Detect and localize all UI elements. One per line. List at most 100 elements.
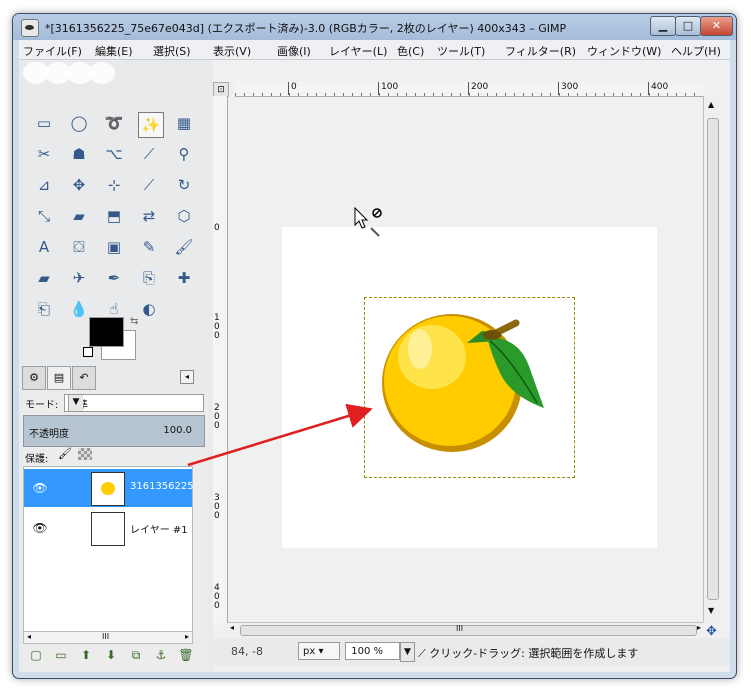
ink-icon[interactable]: ✒ bbox=[103, 267, 125, 289]
delete-layer-icon[interactable]: 🗑 bbox=[177, 646, 195, 664]
raise-layer-icon[interactable]: ⬆ bbox=[77, 646, 95, 664]
vertical-scroll-thumb[interactable] bbox=[707, 118, 719, 600]
navigate-icon[interactable]: ✥ bbox=[706, 624, 717, 639]
default-colors-icon[interactable] bbox=[83, 347, 93, 357]
zoom-select[interactable]: 100 % bbox=[345, 642, 400, 660]
horizontal-ruler[interactable]: 0 100 200 300 400 bbox=[235, 82, 703, 97]
mode-select[interactable]: 標準 ▼ bbox=[64, 394, 204, 412]
opacity-value: 100.0 bbox=[163, 425, 192, 436]
ruler-tick bbox=[532, 93, 533, 96]
scroll-right-icon[interactable]: ▸ bbox=[185, 632, 189, 641]
swap-colors-icon[interactable]: ⇆ bbox=[130, 316, 138, 327]
eye-icon[interactable]: 👁 bbox=[32, 520, 48, 536]
vertical-scrollbar[interactable]: ▲ ▼ bbox=[703, 96, 720, 622]
ellipse-select-icon[interactable]: ◯ bbox=[68, 112, 90, 134]
close-button[interactable]: ✕ bbox=[700, 16, 733, 36]
scroll-down-icon[interactable]: ▼ bbox=[708, 606, 714, 615]
menu-item-6[interactable]: 色(C) bbox=[397, 43, 424, 59]
flip-icon[interactable]: ⇄ bbox=[138, 205, 160, 227]
blend-icon[interactable]: ▣ bbox=[103, 236, 125, 258]
cage-transform-icon[interactable]: ⬡ bbox=[173, 205, 195, 227]
horizontal-scroll-thumb[interactable]: III bbox=[240, 624, 697, 636]
menu-item-1[interactable]: 編集(E) bbox=[95, 43, 133, 59]
lock-alpha-icon[interactable] bbox=[78, 448, 92, 460]
pointer-coords: 84, -8 bbox=[231, 645, 263, 658]
maximize-button[interactable]: □ bbox=[675, 16, 701, 36]
crop-icon[interactable]: ⟋ bbox=[138, 174, 160, 196]
shear-icon[interactable]: ▰ bbox=[68, 205, 90, 227]
tab-undo-history[interactable]: ↶ bbox=[72, 366, 96, 390]
opacity-slider[interactable]: 不透明度 100.0 bbox=[23, 415, 205, 447]
align-icon[interactable]: ⊹ bbox=[103, 174, 125, 196]
perspective-icon[interactable]: ⬒ bbox=[103, 205, 125, 227]
ruler-tick bbox=[361, 93, 362, 96]
menu-item-8[interactable]: フィルター(R) bbox=[505, 43, 576, 59]
color-select-icon[interactable]: ▦ bbox=[173, 112, 195, 134]
menu-item-4[interactable]: 画像(I) bbox=[277, 43, 311, 59]
blur-icon[interactable]: 💧 bbox=[68, 298, 90, 320]
tab-tool-options[interactable]: ⚙ bbox=[22, 366, 46, 390]
scroll-right-icon[interactable]: ▸ bbox=[697, 623, 701, 632]
layer-name[interactable]: 3161356225 bbox=[130, 481, 194, 492]
airbrush-icon[interactable]: ✈ bbox=[68, 267, 90, 289]
menu-item-0[interactable]: ファイル(F) bbox=[23, 43, 82, 59]
scroll-up-icon[interactable]: ▲ bbox=[708, 100, 714, 109]
menu-item-10[interactable]: ヘルプ(H) bbox=[671, 43, 721, 59]
paths-icon[interactable]: ⌥ bbox=[103, 143, 125, 165]
fuzzy-select-icon[interactable]: ✨ bbox=[138, 112, 164, 138]
layer-list-scrollbar[interactable]: ◂ III ▸ bbox=[23, 631, 193, 644]
foreground-color-swatch[interactable] bbox=[89, 317, 124, 347]
dock-tab-menu-icon[interactable]: ◂ bbox=[180, 370, 194, 384]
menu-item-5[interactable]: レイヤー(L) bbox=[329, 43, 387, 59]
pencil-icon[interactable]: ✎ bbox=[138, 236, 160, 258]
free-select-icon[interactable]: ➰ bbox=[103, 112, 125, 134]
rotate-icon[interactable]: ↻ bbox=[173, 174, 195, 196]
new-layer-group-icon[interactable]: ▭ bbox=[52, 646, 70, 664]
eye-icon[interactable]: 👁 bbox=[32, 480, 48, 496]
clone-icon[interactable]: ⎘ bbox=[138, 267, 160, 289]
scroll-left-icon[interactable]: ◂ bbox=[230, 623, 234, 632]
dodge-burn-icon[interactable]: ◐ bbox=[138, 298, 160, 320]
image-view[interactable] bbox=[228, 97, 703, 622]
chevron-down-icon[interactable]: ▼ bbox=[400, 642, 415, 662]
lower-layer-icon[interactable]: ⬇ bbox=[102, 646, 120, 664]
ruler-tick bbox=[298, 93, 299, 96]
duplicate-layer-icon[interactable]: ⧉ bbox=[127, 646, 145, 664]
title-bar[interactable]: *[3161356225_75e67e043d] (エクスポート済み)-3.0 … bbox=[13, 14, 736, 40]
unit-value: px bbox=[303, 646, 316, 657]
vertical-ruler[interactable]: 0 100 200 300 400 bbox=[213, 96, 228, 623]
layer-row[interactable]: 👁 レイヤー #1 bbox=[24, 509, 192, 547]
tab-layers[interactable]: ▤ bbox=[47, 366, 71, 390]
measure-icon[interactable]: ⊿ bbox=[33, 174, 55, 196]
new-layer-icon[interactable]: ▢ bbox=[27, 646, 45, 664]
eraser-icon[interactable]: ▰ bbox=[33, 267, 55, 289]
menu-item-9[interactable]: ウィンドウ(W) bbox=[587, 43, 661, 59]
ruler-tick bbox=[415, 93, 416, 96]
menu-item-2[interactable]: 選択(S) bbox=[153, 43, 191, 59]
unit-select[interactable]: px ▾ bbox=[298, 642, 340, 660]
rect-select-icon[interactable]: ▭ bbox=[33, 112, 55, 134]
scale-icon[interactable]: ⤡ bbox=[33, 205, 55, 227]
paintbrush-icon[interactable]: 🖌 bbox=[173, 236, 195, 258]
horizontal-scrollbar[interactable]: ◂ III ▸ bbox=[228, 622, 703, 637]
minimize-button[interactable]: ▁ bbox=[650, 16, 676, 36]
ruler-tick bbox=[604, 93, 605, 96]
color-picker-icon[interactable]: ⟋ bbox=[138, 143, 160, 165]
text-icon[interactable]: A bbox=[33, 236, 55, 258]
menu-item-3[interactable]: 表示(V) bbox=[213, 43, 251, 59]
lock-pixels-icon[interactable]: 🖌 bbox=[58, 448, 72, 460]
image-canvas[interactable] bbox=[282, 227, 657, 548]
perspective-clone-icon[interactable]: ⎗ bbox=[33, 298, 55, 320]
foreground-select-icon[interactable]: ☗ bbox=[68, 143, 90, 165]
zoom-icon[interactable]: ⚲ bbox=[173, 143, 195, 165]
scroll-left-icon[interactable]: ◂ bbox=[27, 632, 31, 641]
anchor-layer-icon[interactable]: ⚓ bbox=[152, 646, 170, 664]
menu-item-7[interactable]: ツール(T) bbox=[437, 43, 485, 59]
bucket-fill-icon[interactable]: ⛋ bbox=[68, 236, 90, 258]
layer-name[interactable]: レイヤー #1 bbox=[130, 521, 188, 536]
heal-icon[interactable]: ✚ bbox=[173, 267, 195, 289]
layer-row[interactable]: 👁 3161356225 bbox=[24, 469, 194, 507]
scissors-select-icon[interactable]: ✂ bbox=[33, 143, 55, 165]
orange-image bbox=[382, 314, 544, 452]
move-icon[interactable]: ✥ bbox=[68, 174, 90, 196]
